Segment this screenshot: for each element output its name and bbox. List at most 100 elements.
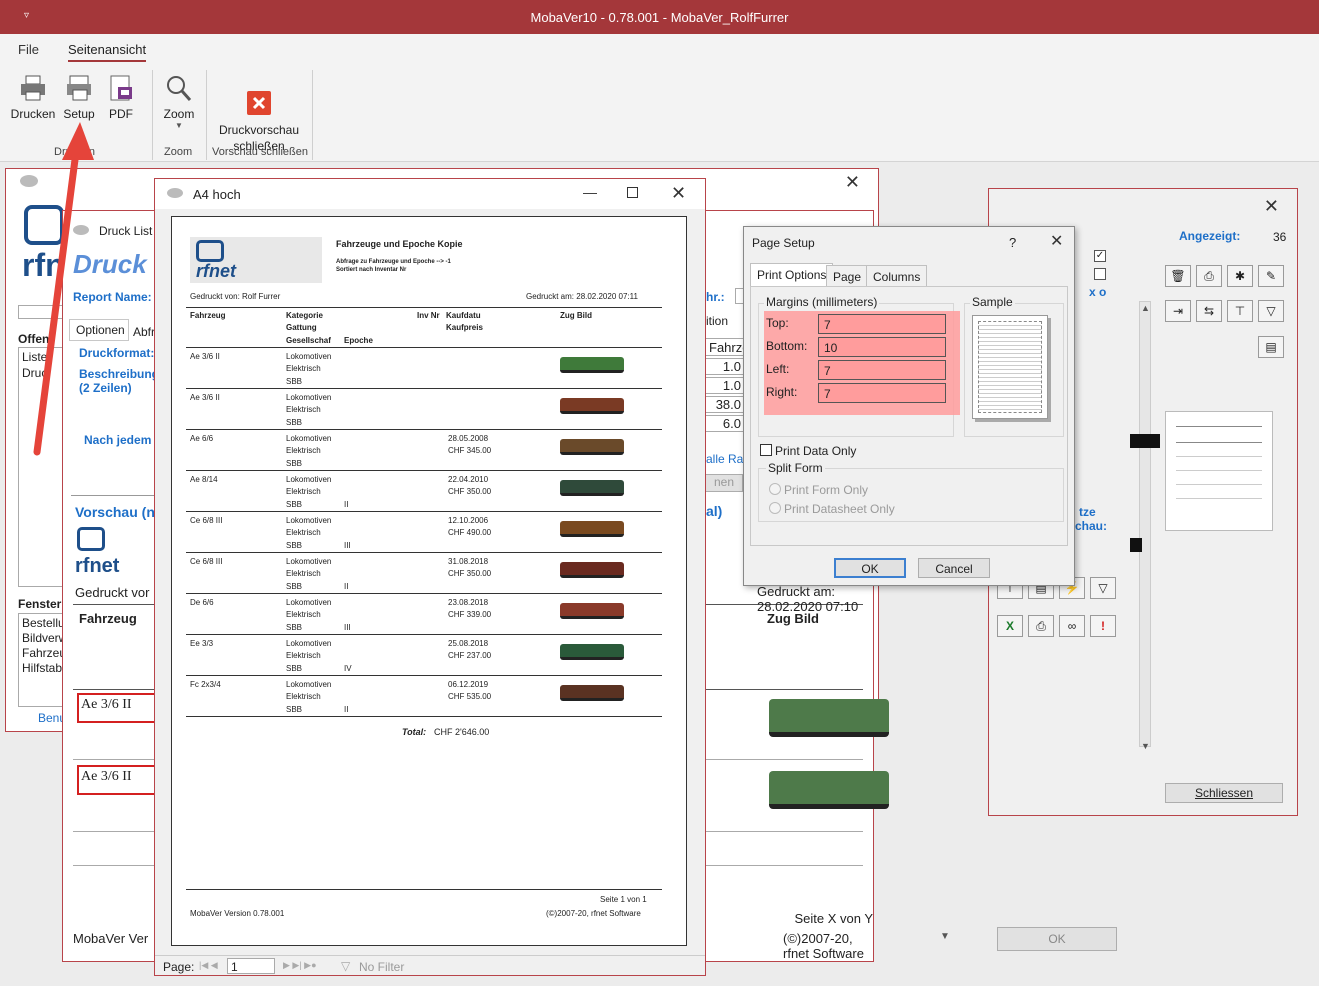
excel-icon[interactable]: X	[997, 615, 1023, 637]
print-form-only-radio[interactable]	[769, 483, 781, 495]
col-zugbild: Zug Bild	[560, 311, 592, 320]
tab-print-options[interactable]: Print Options	[750, 263, 834, 287]
row-kategorie: Lokomotiven	[286, 557, 332, 566]
fahrzeug-field[interactable]: Fahrze	[705, 338, 745, 356]
value-field[interactable]: 38.0	[705, 396, 745, 413]
ok-button[interactable]: OK	[834, 558, 906, 578]
scrollbar[interactable]	[1139, 301, 1151, 747]
edit-icon[interactable]: ✎	[1258, 265, 1284, 287]
print-label: Drucken	[10, 107, 56, 121]
tab-optionen[interactable]: Optionen	[69, 319, 129, 341]
report-logo: rfnet	[190, 237, 322, 283]
value-field[interactable]: 6.0	[705, 415, 745, 432]
row-gesellschaft: SBB	[286, 500, 303, 509]
pdf-button[interactable]: PDF	[104, 74, 138, 121]
form-icon[interactable]: ▤	[1258, 336, 1284, 358]
train-image	[769, 699, 889, 737]
print-button[interactable]: Drucken	[10, 74, 56, 121]
margin-left-label: Left:	[766, 362, 790, 376]
close-icon[interactable]: ✕	[671, 184, 686, 202]
row-kaufpreis: CHF 237.00	[448, 651, 492, 660]
new-record-icon[interactable]: ✱	[1227, 265, 1253, 287]
row-fahrzeug-field[interactable]: Ae 3/6 II	[77, 765, 157, 795]
next-page-icon[interactable]: ▶ ▶| ▶●	[283, 960, 317, 971]
train-image	[560, 644, 624, 660]
rahmen-button[interactable]: nen	[705, 474, 743, 492]
scroll-up-icon[interactable]: ▲	[1141, 303, 1150, 313]
print-datasheet-only-label[interactable]: Print Datasheet Only	[784, 502, 895, 516]
page-number-field[interactable]: 1	[227, 958, 275, 974]
group-label-zoom: Zoom	[164, 146, 193, 158]
thumbnail-preview[interactable]	[1165, 411, 1273, 531]
checkbox[interactable]: ✓	[1094, 250, 1106, 262]
maximize-icon[interactable]	[627, 187, 638, 198]
fahrzeug-header: Fahrzeug	[79, 611, 137, 626]
row-fahrzeug-field[interactable]: Ae 3/6 II	[77, 693, 157, 723]
page-label: Page:	[163, 960, 195, 974]
alert-icon[interactable]: !	[1090, 615, 1116, 637]
record-navigation-bar: Page: |◀ ◀ 1 ▶ ▶| ▶● ▽ No Filter	[155, 955, 705, 975]
delete-icon[interactable]: 🗑	[1165, 265, 1191, 287]
tab-columns[interactable]: Columns	[866, 265, 928, 287]
indent-icon[interactable]: ⇥	[1165, 300, 1191, 322]
logo-text: rfnet	[196, 261, 236, 281]
tab-page[interactable]: Page	[826, 265, 869, 287]
row-gattung: Elektrisch	[286, 528, 321, 537]
tab-file[interactable]: File	[18, 42, 39, 57]
scroll-down-icon[interactable]: ▼	[1141, 741, 1150, 751]
ribbon: File Seitenansicht Drucken Setup PDF Dru…	[0, 34, 1319, 162]
print-form-only-label[interactable]: Print Form Only	[784, 483, 868, 497]
close-icon[interactable]: ✕	[1264, 197, 1279, 215]
checkbox[interactable]	[1094, 268, 1106, 280]
row-epoche: II	[344, 705, 349, 714]
margin-right-input[interactable]: 7	[818, 383, 946, 403]
filter-icon[interactable]: ▽	[341, 959, 350, 973]
row-fahrzeug: Fc 2x3/4	[190, 680, 221, 689]
row-gesellschaft: SBB	[286, 705, 303, 714]
filter-icon[interactable]: ▽	[1090, 577, 1116, 599]
print-datasheet-only-radio[interactable]	[769, 502, 781, 514]
thumbnail-line	[1176, 426, 1262, 427]
minimize-icon[interactable]: —	[583, 183, 597, 201]
train-image	[560, 480, 624, 496]
train-image	[560, 398, 624, 414]
printer-icon[interactable]: ⎙	[1028, 615, 1054, 637]
value-field[interactable]: 1.0	[705, 358, 745, 375]
row-kategorie: Lokomotiven	[286, 680, 332, 689]
print-data-only-checkbox[interactable]	[760, 444, 772, 456]
row-kaufpreis: CHF 339.00	[448, 610, 492, 619]
close-icon[interactable]: ✕	[845, 173, 860, 191]
tree-icon[interactable]: ⊤	[1227, 300, 1253, 322]
printed-at: Gedruckt am: 28.02.2020 07:11	[526, 292, 638, 301]
close-icon[interactable]: ✕	[1050, 233, 1063, 251]
cancel-button[interactable]: Cancel	[918, 558, 990, 578]
filter-icon[interactable]: ▽	[1258, 300, 1284, 322]
setup-button[interactable]: Setup	[60, 74, 98, 121]
glasses-icon[interactable]: ∞	[1059, 615, 1085, 637]
chau-label: chau:	[1075, 519, 1108, 533]
print-data-only-label[interactable]: Print Data Only	[775, 444, 856, 458]
margin-left-input[interactable]: 7	[818, 360, 946, 380]
first-page-icon[interactable]: |◀ ◀	[199, 960, 218, 971]
value-field[interactable]: 1.0	[705, 377, 745, 394]
split-icon[interactable]: ⇆	[1196, 300, 1222, 322]
row-kaufdatum: 28.05.2008	[448, 434, 489, 443]
margin-top-input[interactable]: 7	[818, 314, 946, 334]
scroll-down-icon[interactable]: ▼	[940, 931, 950, 942]
app-title-bar: ▿ MobaVer10 - 0.78.001 - MobaVer_RolfFur…	[0, 0, 1319, 34]
row-divider	[186, 634, 662, 635]
report-subtitle: Abfrage zu Fahrzeuge und Epoche --> -1	[336, 259, 451, 265]
tab-seitenansicht[interactable]: Seitenansicht	[68, 42, 147, 62]
ok-button[interactable]: OK	[997, 927, 1117, 951]
zoom-button[interactable]: Zoom ▼	[160, 74, 198, 130]
help-icon[interactable]: ?	[1009, 235, 1016, 250]
logo-square-icon	[24, 205, 64, 245]
printer-icon[interactable]: ⎙	[1196, 265, 1222, 287]
row-divider	[186, 511, 662, 512]
row-epoche: II	[344, 582, 349, 591]
no-filter-label[interactable]: No Filter	[359, 960, 404, 974]
close-preview-icon	[247, 91, 271, 115]
col-kaufpreis: Kaufpreis	[446, 323, 483, 332]
margin-bottom-input[interactable]: 10	[818, 337, 946, 357]
schliessen-button[interactable]: Schliessen	[1165, 783, 1283, 803]
